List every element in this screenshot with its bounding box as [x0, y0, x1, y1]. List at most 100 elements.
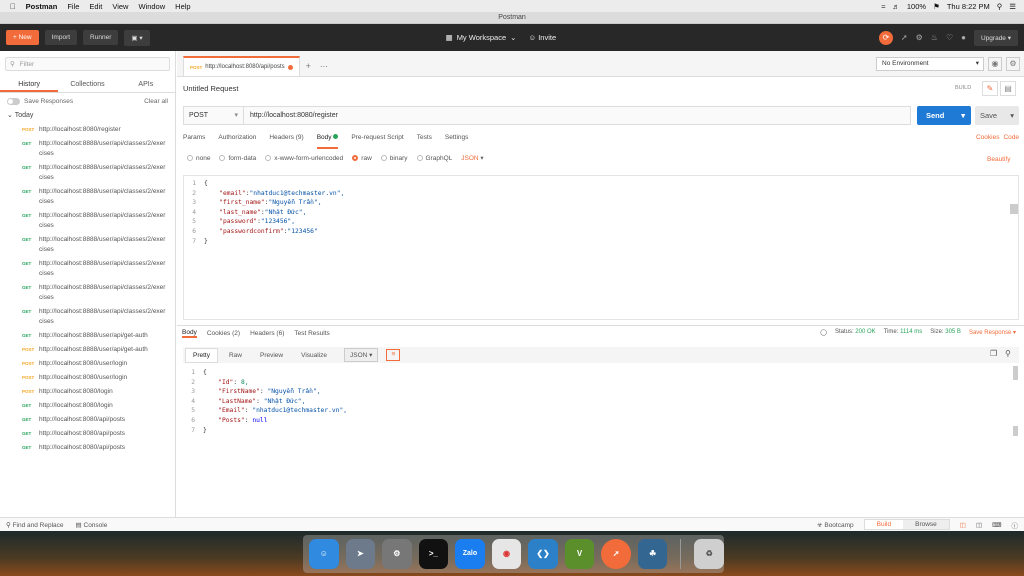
history-item[interactable]: GET http://localhost:8888/user/api/classe…: [0, 161, 175, 185]
zalo-icon[interactable]: Zalo: [455, 539, 485, 569]
menu-list-icon[interactable]: ☰: [1009, 2, 1016, 11]
tab-apis[interactable]: APIs: [117, 77, 175, 92]
history-item[interactable]: GET http://localhost:8888/user/api/classe…: [0, 137, 175, 161]
response-body[interactable]: 1{2 "Id": 8, 3 "FirstName": "Nguyễn Trần"…: [183, 366, 1019, 514]
history-item[interactable]: GET http://localhost:8888/user/api/classe…: [0, 233, 175, 257]
method-select[interactable]: POST ▾: [184, 107, 244, 124]
split-view-icon[interactable]: ◫: [976, 521, 982, 529]
history-item[interactable]: POST http://localhost:8080/register: [0, 123, 175, 137]
two-pane-icon[interactable]: ◫: [960, 521, 966, 529]
finder-icon[interactable]: ☺: [309, 539, 339, 569]
heart-icon[interactable]: ♡: [946, 33, 953, 42]
notifications-icon[interactable]: ♨: [931, 33, 938, 42]
battery-percent[interactable]: 100%: [907, 2, 926, 11]
radio-raw[interactable]: raw: [352, 154, 372, 162]
response-scrollbar-thumb[interactable]: [1013, 426, 1018, 436]
response-format-select[interactable]: JSON ▾: [344, 348, 379, 362]
tab-collections[interactable]: Collections: [58, 77, 116, 92]
search-icon[interactable]: ⚲: [997, 2, 1003, 11]
console-button[interactable]: ▤ Console: [76, 521, 108, 529]
code-link[interactable]: Code: [1003, 134, 1019, 149]
history-item[interactable]: POST http://localhost:8080/login: [0, 385, 175, 399]
tab-headers[interactable]: Headers (9): [269, 134, 303, 149]
radio-none[interactable]: none: [187, 154, 210, 162]
history-group-today[interactable]: ⌄ Today: [0, 109, 175, 123]
save-response-button[interactable]: Save Response ▾: [969, 329, 1016, 336]
request-tab[interactable]: POST http://localhost:8080/api/posts: [183, 56, 300, 76]
search-icon[interactable]: ⚲: [1005, 349, 1011, 358]
tab-authorization[interactable]: Authorization: [218, 134, 256, 149]
view-pretty[interactable]: Pretty: [185, 347, 218, 363]
docs-icon[interactable]: ▤: [1000, 81, 1016, 96]
import-button[interactable]: Import: [44, 30, 78, 45]
editor-scrollbar[interactable]: [1010, 204, 1018, 214]
radio-graphql[interactable]: GraphQL: [416, 154, 452, 162]
postgresql-icon[interactable]: ☘: [637, 539, 668, 569]
view-preview[interactable]: Preview: [253, 349, 290, 362]
history-item[interactable]: GET http://localhost:8888/user/api/classe…: [0, 257, 175, 281]
request-title[interactable]: Untitled Request: [183, 84, 238, 93]
settings-icon[interactable]: ⚙: [916, 33, 923, 42]
avatar[interactable]: ●: [961, 33, 966, 42]
body-format-select[interactable]: JSON ▾: [461, 154, 483, 162]
save-button[interactable]: Save ▾: [975, 106, 1019, 125]
sync-icon[interactable]: ⟳: [878, 30, 893, 45]
terminal-icon[interactable]: >_: [418, 539, 449, 569]
res-tab-test-results[interactable]: Test Results: [294, 330, 329, 337]
res-tab-headers[interactable]: Headers (6): [250, 330, 284, 337]
invite-button[interactable]: ☺ Invite: [528, 33, 556, 42]
vim-icon[interactable]: V: [564, 539, 595, 569]
filter-input[interactable]: ⚲ Filter: [5, 57, 170, 71]
wrap-lines-icon[interactable]: ≡: [386, 349, 401, 361]
history-item[interactable]: POST http://localhost:8888/user/api/get-a…: [0, 343, 175, 357]
help-icon[interactable]: ⓘ: [1012, 520, 1019, 530]
send-button[interactable]: Send ▾: [917, 106, 971, 125]
launchpad-icon[interactable]: ➤: [345, 539, 376, 569]
upgrade-button[interactable]: Upgrade ▾: [973, 29, 1018, 46]
radio-binary[interactable]: binary: [380, 154, 408, 162]
wifi-icon[interactable]: ≈: [881, 2, 885, 11]
response-scrollbar[interactable]: [1013, 366, 1018, 380]
menu-app-name[interactable]: Postman: [26, 2, 58, 11]
view-raw[interactable]: Raw: [222, 349, 249, 362]
menu-help[interactable]: Help: [175, 2, 190, 11]
build-mode-button[interactable]: Build: [864, 520, 904, 529]
new-button[interactable]: + New: [6, 30, 39, 45]
volume-icon[interactable]: ♬: [892, 2, 900, 11]
workspace-selector[interactable]: ▦ My Workspace ⌄ ☺ Invite: [446, 33, 557, 42]
chrome-icon[interactable]: ◉: [491, 539, 522, 569]
history-item[interactable]: GET http://localhost:8888/user/api/get-au…: [0, 329, 175, 343]
runner-button[interactable]: Runner: [83, 30, 119, 45]
res-tab-cookies[interactable]: Cookies (2): [207, 330, 240, 337]
bootcamp-button[interactable]: ☣ Bootcamp: [817, 521, 854, 529]
history-item[interactable]: GET http://localhost:8888/user/api/classe…: [0, 209, 175, 233]
history-item[interactable]: POST http://localhost:8080/user/login: [0, 357, 175, 371]
radio-form-data[interactable]: form-data: [219, 154, 256, 162]
vscode-icon[interactable]: ❮❯: [528, 539, 558, 569]
clock[interactable]: Thu 8:22 PM: [947, 2, 990, 11]
history-item[interactable]: POST http://localhost:8080/user/login: [0, 371, 175, 385]
tab-params[interactable]: Params: [183, 134, 205, 149]
clear-all-link[interactable]: Clear all: [144, 98, 168, 105]
keyboard-icon[interactable]: ⌨: [992, 521, 1001, 529]
url-input[interactable]: http://localhost:8080/register: [244, 112, 338, 119]
more-tabs-icon[interactable]: ⋯: [317, 62, 331, 76]
find-replace-button[interactable]: ⚲ Find and Replace: [6, 521, 64, 529]
environment-select[interactable]: No Environment ▾: [876, 57, 984, 71]
tab-body[interactable]: Body: [316, 134, 339, 149]
history-item[interactable]: GET http://localhost:8080/api/posts: [0, 413, 175, 427]
capture-icon[interactable]: ➚: [901, 33, 908, 42]
new-window-button[interactable]: ▣ ▾: [124, 29, 150, 46]
tab-settings[interactable]: Settings: [445, 134, 469, 149]
history-item[interactable]: GET http://localhost:8888/user/api/classe…: [0, 281, 175, 305]
beautify-link[interactable]: Beautify: [987, 156, 1011, 163]
tab-history[interactable]: History: [0, 77, 59, 92]
apple-icon[interactable]: : [10, 2, 16, 11]
menu-view[interactable]: View: [112, 2, 128, 11]
history-item[interactable]: GET http://localhost:8080/api/posts: [0, 427, 175, 441]
history-item[interactable]: GET http://localhost:8888/user/api/classe…: [0, 185, 175, 209]
flag-icon[interactable]: ⚑: [933, 2, 940, 11]
postman-icon[interactable]: ➚: [601, 539, 631, 569]
add-tab-icon[interactable]: +: [300, 61, 317, 76]
history-item[interactable]: GET http://localhost:8080/login: [0, 399, 175, 413]
